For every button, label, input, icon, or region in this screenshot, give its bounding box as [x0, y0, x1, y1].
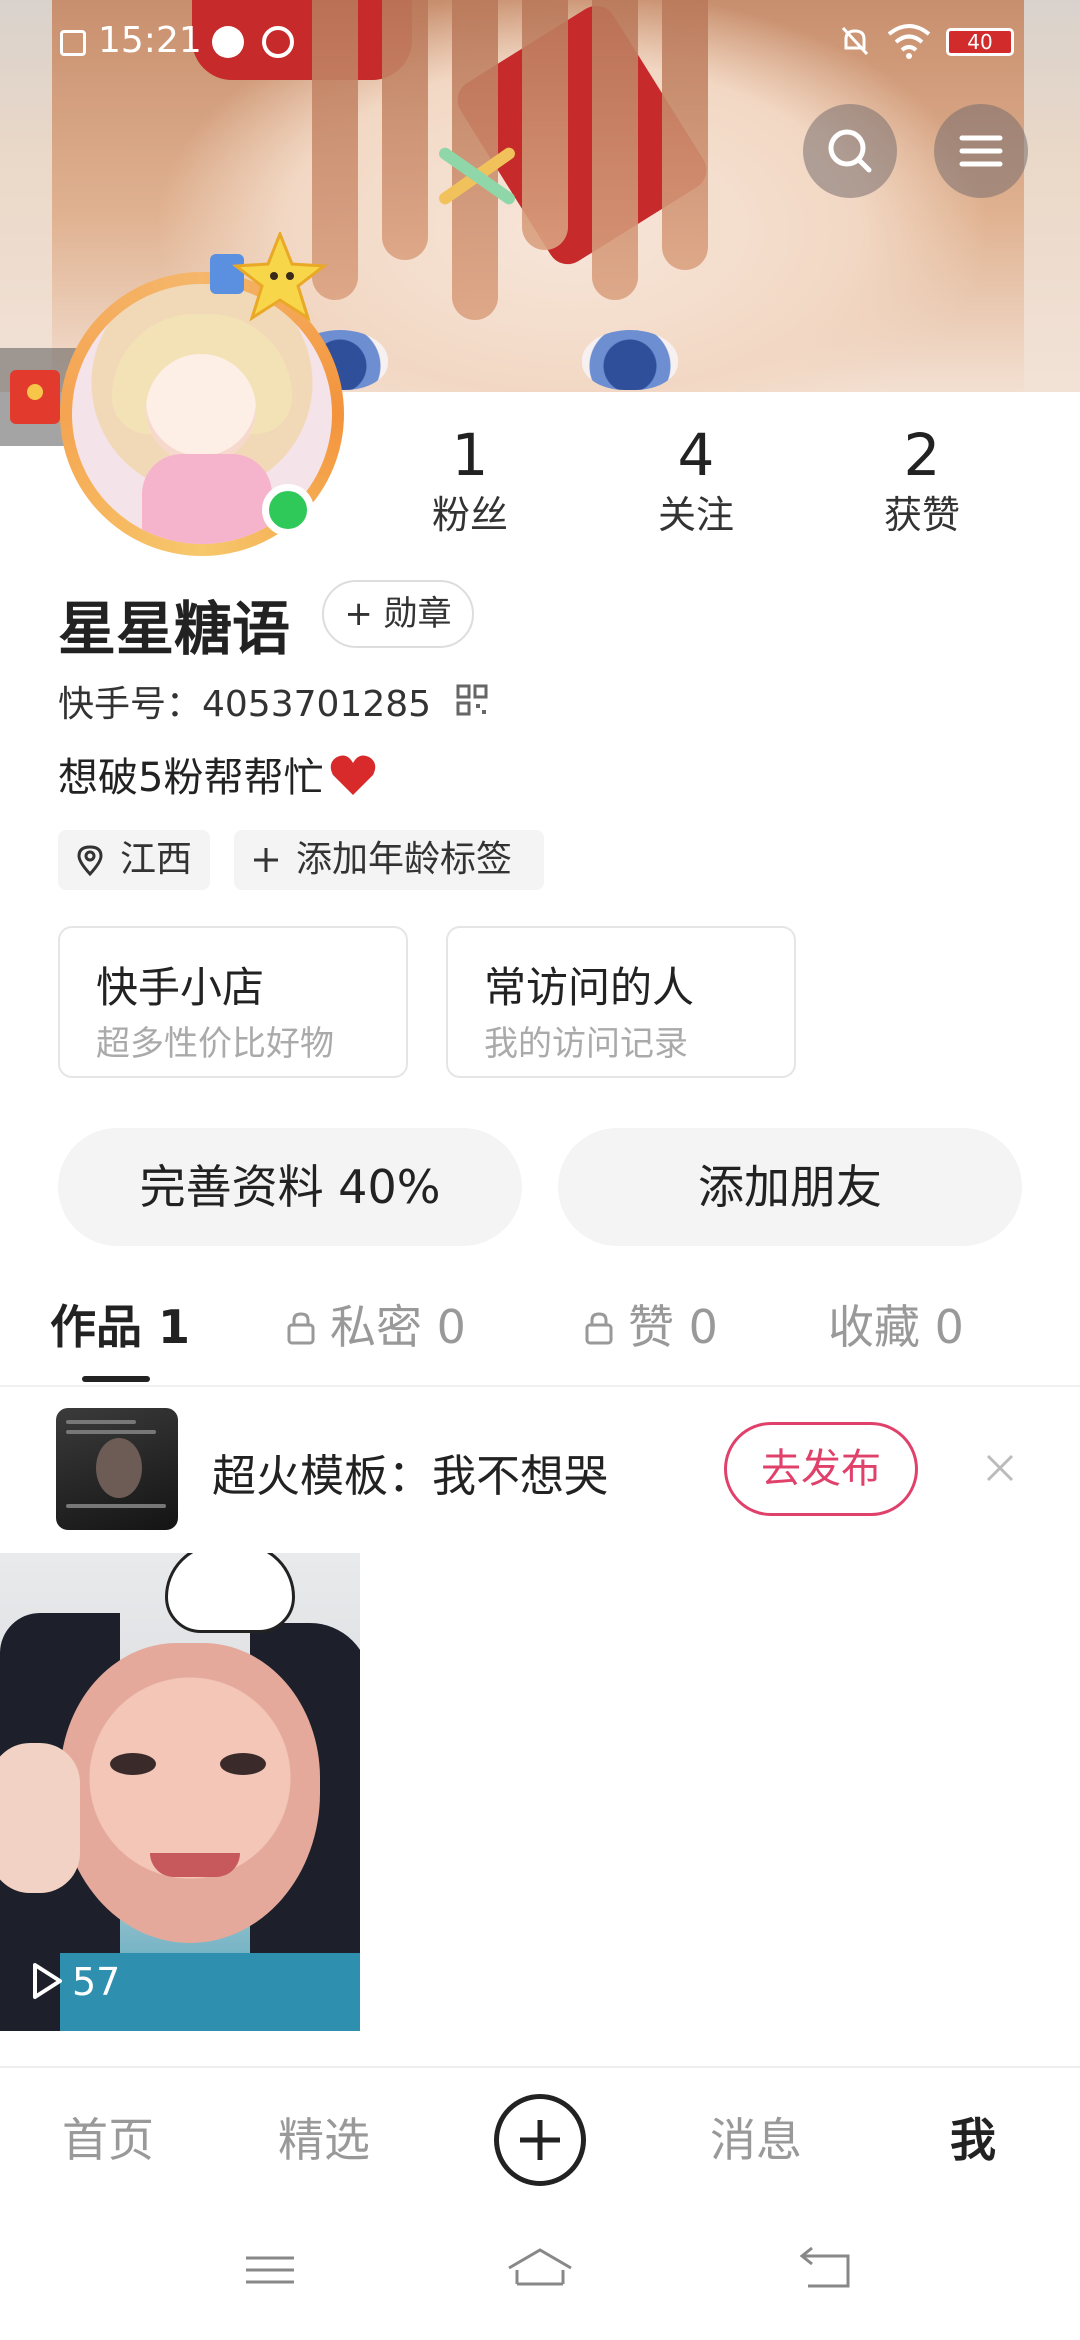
card-title: 快手小店: [96, 963, 265, 1012]
kuaishou-id[interactable]: 快手号：4053701285: [58, 675, 431, 727]
heart-icon: [331, 755, 376, 795]
create-button[interactable]: [494, 2094, 586, 2186]
thumb-eye: [110, 1753, 156, 1775]
battery-indicator: 40: [946, 28, 1014, 56]
online-status-dot: [262, 484, 314, 536]
stat-label: 粉丝: [431, 493, 508, 537]
menu-button[interactable]: [934, 104, 1028, 198]
thumb-hand: [0, 1743, 80, 1893]
thumb-eye: [220, 1753, 266, 1775]
stat-value: 2: [903, 421, 941, 489]
tab-label: 收藏 0: [828, 1300, 964, 1354]
status-bar: 15:21 40: [0, 0, 1080, 84]
thumb-face: [60, 1643, 320, 1943]
location-pin-icon: [77, 845, 103, 876]
tab-liked[interactable]: 赞 0: [584, 1292, 718, 1362]
publish-button[interactable]: 去发布: [724, 1422, 918, 1516]
card-title: 常访问的人: [484, 963, 695, 1012]
stat-fans[interactable]: 1 粉丝: [390, 420, 550, 540]
play-count-text: 57: [72, 1960, 121, 2004]
plus-icon: [254, 848, 278, 872]
lock-icon: [585, 1312, 613, 1345]
template-title[interactable]: 超火模板：我不想哭: [212, 1440, 608, 1504]
complete-profile-button[interactable]: 完善资料 40%: [58, 1128, 522, 1246]
divider: [0, 2066, 1080, 2068]
active-tab-indicator: [82, 1376, 150, 1382]
compass-icon: [212, 26, 244, 58]
frequent-visitors-card[interactable]: 常访问的人 我的访问记录: [446, 926, 796, 1078]
thumb-face: [96, 1438, 142, 1498]
tab-favorites[interactable]: 收藏 0: [828, 1292, 964, 1362]
nav-messages[interactable]: 消息: [710, 2110, 802, 2170]
add-badge-button[interactable]: + 勋章: [322, 580, 474, 648]
thumb-line: [66, 1420, 136, 1424]
notification-icon: [60, 30, 86, 56]
card-subtitle: 我的访问记录: [484, 1024, 688, 1064]
stat-label: 关注: [657, 493, 734, 537]
status-time: 15:21: [98, 20, 202, 61]
stat-label: 获赞: [883, 493, 960, 537]
kuaishou-shop-card[interactable]: 快手小店 超多性价比好物: [58, 926, 408, 1078]
hamburger-icon: [959, 135, 1003, 167]
stat-value: 4: [677, 421, 715, 489]
stat-likes[interactable]: 2 获赞: [842, 420, 1002, 540]
lock-icon: [287, 1312, 315, 1345]
nav-featured[interactable]: 精选: [278, 2110, 370, 2170]
dog-sticker: [165, 1553, 295, 1633]
video-play-count: 57: [30, 1958, 120, 2006]
profile-name: 星星糖语: [58, 595, 291, 663]
avatar-face: [146, 354, 256, 464]
recent-apps-icon[interactable]: [240, 2240, 300, 2300]
play-icon: [33, 1963, 62, 1999]
search-button[interactable]: [803, 104, 897, 198]
tab-label: 作品 1: [50, 1300, 191, 1354]
tab-label: 赞 0: [628, 1300, 718, 1354]
red-packet-icon: [10, 370, 60, 424]
thumb-line: [66, 1430, 156, 1434]
tab-label: 私密 0: [330, 1300, 466, 1354]
bell-muted-icon: [841, 26, 869, 56]
thumb-line: [66, 1504, 166, 1508]
profile-page: 15:21 40 ›: [0, 0, 1080, 2340]
template-thumbnail[interactable]: [56, 1408, 178, 1530]
bio-text: 想破5粉帮帮忙: [58, 755, 324, 801]
divider: [0, 1385, 1080, 1387]
age-tag-text: 添加年龄标签: [296, 839, 513, 880]
location-text: 江西: [120, 839, 193, 880]
search-icon: [828, 129, 872, 173]
qr-code-icon[interactable]: [456, 684, 488, 716]
profile-bio: 想破5粉帮帮忙: [58, 745, 377, 803]
nav-me[interactable]: 我: [950, 2110, 996, 2170]
stat-following[interactable]: 4 关注: [616, 420, 776, 540]
tab-private[interactable]: 私密 0: [286, 1292, 466, 1362]
home-icon[interactable]: [505, 2240, 575, 2300]
location-chip[interactable]: 江西: [58, 830, 210, 890]
star-decoration-icon: [210, 232, 329, 322]
add-friends-button[interactable]: 添加朋友: [558, 1128, 1022, 1246]
nav-home[interactable]: 首页: [62, 2110, 154, 2170]
avatar-body: [142, 454, 272, 544]
wifi-icon: [887, 24, 931, 59]
eye-shape: [582, 330, 678, 390]
sync-icon: [262, 26, 294, 58]
tab-works[interactable]: 作品 1: [50, 1292, 190, 1362]
card-subtitle: 超多性价比好物: [96, 1024, 334, 1064]
add-age-tag-chip[interactable]: 添加年龄标签: [234, 830, 544, 890]
close-icon[interactable]: [980, 1448, 1020, 1488]
stat-value: 1: [451, 421, 489, 489]
thumb-mouth: [150, 1853, 240, 1877]
back-icon[interactable]: [796, 2240, 856, 2300]
